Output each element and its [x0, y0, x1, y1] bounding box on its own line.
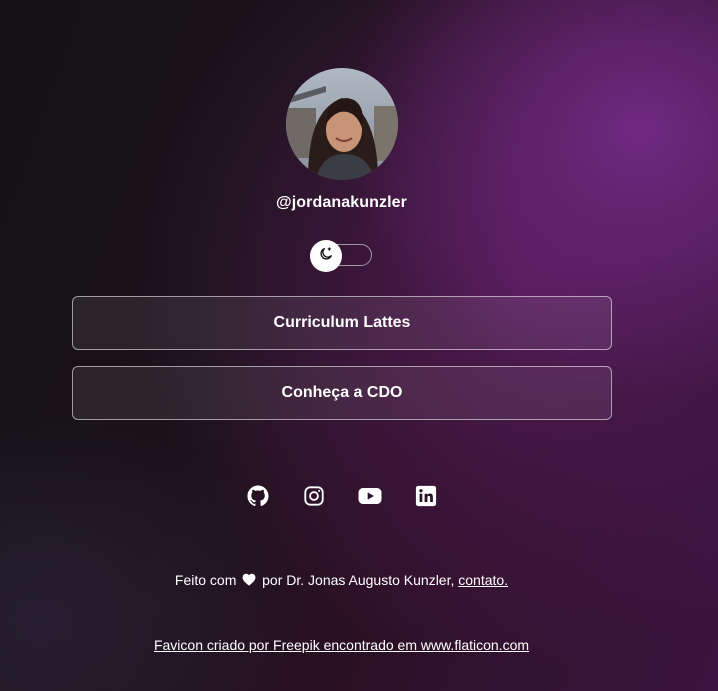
toggle-knob[interactable]: [310, 240, 342, 272]
made-with-credit: Feito com por Dr. Jonas Augusto Kunzler,…: [0, 572, 683, 589]
heart-icon: [242, 573, 256, 589]
conheca-cdo-button[interactable]: Conheça a CDO: [72, 366, 612, 420]
made-with-suffix: por Dr. Jonas Augusto Kunzler,: [262, 572, 455, 588]
favicon-credit-link[interactable]: Favicon criado por Freepik encontrado em…: [154, 637, 529, 653]
moon-icon: [318, 246, 334, 267]
profile-page: @jordanakunzler Curriculum Lattes Conheç…: [0, 0, 718, 691]
favicon-credit: Favicon criado por Freepik encontrado em…: [0, 637, 683, 653]
made-with-prefix: Feito com: [174, 572, 237, 588]
theme-toggle[interactable]: [310, 240, 374, 272]
github-icon[interactable]: [246, 484, 270, 508]
contact-link[interactable]: contato.: [458, 572, 508, 588]
curriculum-lattes-button[interactable]: Curriculum Lattes: [72, 296, 612, 350]
youtube-icon[interactable]: [358, 484, 382, 508]
instagram-icon[interactable]: [302, 484, 326, 508]
social-links: [0, 484, 683, 508]
username: @jordanakunzler: [276, 194, 407, 211]
profile-avatar: [286, 68, 398, 180]
linkedin-icon[interactable]: [414, 484, 438, 508]
